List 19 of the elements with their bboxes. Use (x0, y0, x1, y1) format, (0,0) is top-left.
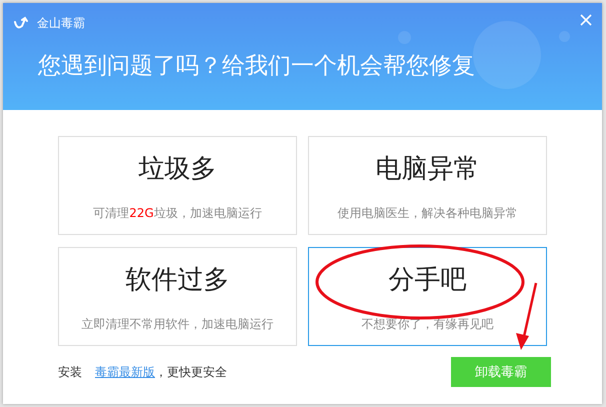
option-title: 软件过多 (126, 264, 230, 296)
option-card[interactable]: 垃圾多 可清理22G垃圾，加速电脑运行 (58, 136, 297, 235)
footer-text: ，更快更安全 (155, 364, 227, 380)
option-title: 分手吧 (388, 264, 466, 296)
app-logo-icon (13, 16, 29, 32)
close-icon[interactable] (580, 14, 592, 26)
option-title: 电脑异常 (376, 153, 480, 185)
option-description: 使用电脑医生，解决各种电脑异常 (338, 205, 518, 222)
option-card[interactable]: 软件过多 立即清理不常用软件，加速电脑运行 (58, 247, 297, 346)
window-title: 金山毒霸 (37, 15, 85, 32)
option-description: 不想要你了，有缘再见吧 (362, 316, 494, 333)
option-card[interactable]: 分手吧 不想要你了，有缘再见吧 (308, 247, 547, 346)
option-card[interactable]: 电脑异常 使用电脑医生，解决各种电脑异常 (308, 136, 547, 235)
headline: 您遇到问题了吗？给我们一个机会帮您修复 (38, 52, 476, 81)
footer-text: 安装 (58, 364, 82, 380)
annotation-arrow (516, 282, 538, 350)
option-description: 立即清理不常用软件，加速电脑运行 (82, 316, 274, 333)
option-title: 垃圾多 (138, 153, 216, 185)
option-description: 可清理22G垃圾，加速电脑运行 (93, 205, 262, 222)
